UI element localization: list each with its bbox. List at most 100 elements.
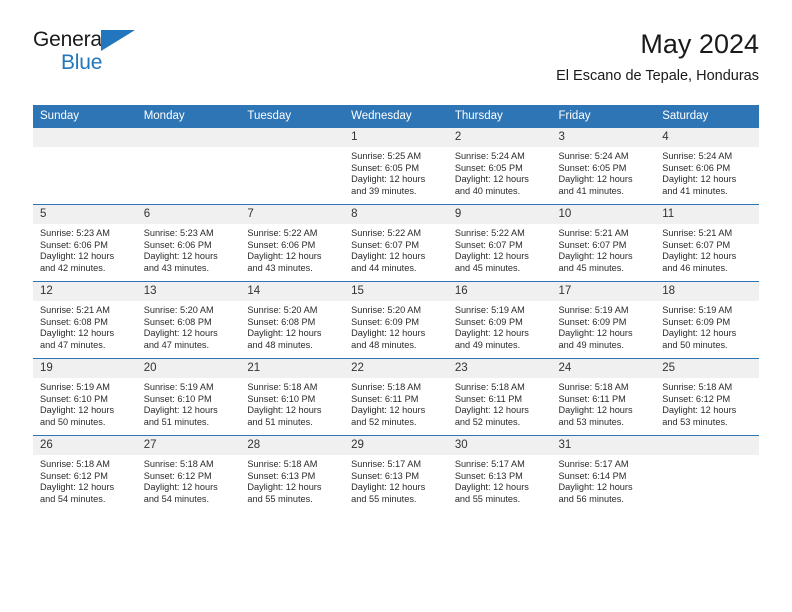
calendar-cell-day[interactable]: 26 Sunrise: 5:18 AM Sunset: 6:12 PM Dayligh…: [33, 435, 137, 512]
day-details: Sunrise: 5:20 AM Sunset: 6:08 PM Daylight:…: [137, 301, 241, 351]
sunrise-line: Sunrise: 5:18 AM: [247, 382, 318, 392]
calendar-cell-day[interactable]: 3 Sunrise: 5:24 AM Sunset: 6:05 PM Daylight…: [551, 127, 656, 205]
sunset-line: Sunset: 6:11 PM: [454, 393, 523, 404]
day-details: Sunrise: 5:18 AM Sunset: 6:10 PM Daylight:…: [240, 378, 344, 428]
calendar-cell-day[interactable]: 5 Sunrise: 5:23 AM Sunset: 6:06 PM Daylight…: [33, 204, 137, 282]
day-details: Sunrise: 5:22 AM Sunset: 6:07 PM Daylight:…: [448, 224, 552, 274]
day-details: Sunrise: 5:19 AM Sunset: 6:09 PM Daylight:…: [448, 301, 552, 351]
day-number: 13: [136, 282, 241, 301]
day-details: Sunrise: 5:17 AM Sunset: 6:13 PM Daylight:…: [448, 455, 552, 505]
sunrise-line: Sunrise: 5:18 AM: [454, 382, 525, 392]
day-details: Sunrise: 5:23 AM Sunset: 6:06 PM Daylight:…: [33, 224, 137, 274]
weekday-header-tuesday: Tuesday: [240, 105, 345, 128]
calendar-cell-day[interactable]: 24 Sunrise: 5:18 AM Sunset: 6:11 PM Dayligh…: [551, 358, 656, 436]
day-number: 8: [344, 205, 448, 224]
day-details: Sunrise: 5:18 AM Sunset: 6:12 PM Daylight:…: [655, 378, 759, 428]
day-details: Sunrise: 5:25 AM Sunset: 6:05 PM Daylight:…: [344, 147, 448, 197]
daylight-line-2: and 45 minutes.: [558, 262, 624, 273]
daylight-line-2: and 50 minutes.: [40, 416, 106, 427]
daylight-line-1: Daylight: 12 hours: [351, 174, 426, 185]
calendar-cell-day[interactable]: 20 Sunrise: 5:19 AM Sunset: 6:10 PM Dayligh…: [136, 358, 241, 436]
sunrise-line: Sunrise: 5:22 AM: [454, 228, 525, 238]
calendar-cell-day[interactable]: 30 Sunrise: 5:17 AM Sunset: 6:13 PM Dayligh…: [447, 435, 552, 512]
daylight-line-2: and 54 minutes.: [40, 493, 106, 504]
calendar-week-row: 5 Sunrise: 5:23 AM Sunset: 6:06 PM Daylight…: [33, 204, 759, 282]
sunset-line: Sunset: 6:13 PM: [454, 470, 523, 481]
day-number: 9: [447, 205, 552, 224]
calendar-cell-day[interactable]: 19 Sunrise: 5:19 AM Sunset: 6:10 PM Dayligh…: [33, 358, 137, 436]
daylight-line-2: and 49 minutes.: [454, 339, 521, 350]
sunrise-line: Sunrise: 5:22 AM: [247, 228, 318, 238]
calendar-cell-day[interactable]: 12 Sunrise: 5:21 AM Sunset: 6:08 PM Dayligh…: [33, 281, 137, 359]
day-number: [240, 128, 345, 147]
day-number: 22: [344, 359, 448, 378]
daylight-line-1: Daylight: 12 hours: [351, 328, 426, 339]
calendar-cell-day[interactable]: 2 Sunrise: 5:24 AM Sunset: 6:05 PM Daylight…: [447, 127, 552, 205]
logo-triangle-icon: [101, 30, 135, 51]
sunrise-line: Sunrise: 5:19 AM: [558, 305, 629, 315]
calendar-cell-day[interactable]: 7 Sunrise: 5:22 AM Sunset: 6:06 PM Daylight…: [240, 204, 345, 282]
calendar-cell-day[interactable]: 28 Sunrise: 5:18 AM Sunset: 6:13 PM Dayligh…: [240, 435, 345, 512]
day-details: Sunrise: 5:19 AM Sunset: 6:10 PM Daylight:…: [33, 378, 137, 428]
calendar-cell-day[interactable]: 14 Sunrise: 5:20 AM Sunset: 6:08 PM Dayligh…: [240, 281, 345, 359]
calendar-cell-day[interactable]: 23 Sunrise: 5:18 AM Sunset: 6:11 PM Dayligh…: [447, 358, 552, 436]
daylight-line-1: Daylight: 12 hours: [247, 482, 322, 493]
calendar-cell-day[interactable]: 31 Sunrise: 5:17 AM Sunset: 6:14 PM Dayligh…: [551, 435, 656, 512]
calendar-cell-day[interactable]: 4 Sunrise: 5:24 AM Sunset: 6:06 PM Daylight…: [655, 127, 759, 205]
calendar-cell-day[interactable]: 25 Sunrise: 5:18 AM Sunset: 6:12 PM Dayligh…: [655, 358, 759, 436]
day-number: [655, 436, 759, 455]
day-number: 15: [344, 282, 448, 301]
sunrise-line: Sunrise: 5:18 AM: [558, 382, 629, 392]
weekday-header-saturday: Saturday: [655, 105, 759, 128]
calendar-cell-day[interactable]: 9 Sunrise: 5:22 AM Sunset: 6:07 PM Daylight…: [447, 204, 552, 282]
day-number: 10: [551, 205, 656, 224]
calendar-cell-day[interactable]: 8 Sunrise: 5:22 AM Sunset: 6:07 PM Daylight…: [344, 204, 448, 282]
daylight-line-2: and 43 minutes.: [247, 262, 313, 273]
sunrise-line: Sunrise: 5:21 AM: [662, 228, 733, 238]
weekday-header-wednesday: Wednesday: [344, 105, 448, 128]
sunset-line: Sunset: 6:07 PM: [454, 239, 523, 250]
sunrise-line: Sunrise: 5:24 AM: [662, 151, 733, 161]
calendar-cell-day[interactable]: 15 Sunrise: 5:20 AM Sunset: 6:09 PM Dayligh…: [344, 281, 448, 359]
daylight-line-1: Daylight: 12 hours: [143, 405, 218, 416]
sunset-line: Sunset: 6:09 PM: [558, 316, 627, 327]
calendar-cell-day[interactable]: 1 Sunrise: 5:25 AM Sunset: 6:05 PM Daylight…: [344, 127, 448, 205]
sunrise-line: Sunrise: 5:23 AM: [40, 228, 110, 238]
calendar-cell-day[interactable]: 18 Sunrise: 5:19 AM Sunset: 6:09 PM Dayligh…: [655, 281, 759, 359]
daylight-line-2: and 55 minutes.: [351, 493, 417, 504]
day-details: Sunrise: 5:19 AM Sunset: 6:10 PM Daylight:…: [137, 378, 241, 428]
sunrise-line: Sunrise: 5:18 AM: [143, 459, 214, 469]
day-number: 30: [447, 436, 552, 455]
sunrise-line: Sunrise: 5:19 AM: [454, 305, 525, 315]
day-number: 2: [447, 128, 552, 147]
day-number: 23: [447, 359, 552, 378]
sunset-line: Sunset: 6:13 PM: [351, 470, 420, 481]
day-details: Sunrise: 5:18 AM Sunset: 6:11 PM Daylight:…: [344, 378, 448, 428]
calendar-cell-day[interactable]: 11 Sunrise: 5:21 AM Sunset: 6:07 PM Dayligh…: [655, 204, 759, 282]
daylight-line-2: and 39 minutes.: [351, 185, 417, 196]
sunrise-line: Sunrise: 5:18 AM: [40, 459, 110, 469]
sunrise-line: Sunrise: 5:19 AM: [662, 305, 733, 315]
day-number: 3: [551, 128, 656, 147]
calendar-cell-day[interactable]: 16 Sunrise: 5:19 AM Sunset: 6:09 PM Dayligh…: [447, 281, 552, 359]
day-details: Sunrise: 5:24 AM Sunset: 6:05 PM Daylight:…: [448, 147, 552, 197]
calendar-cell-day[interactable]: 13 Sunrise: 5:20 AM Sunset: 6:08 PM Dayligh…: [136, 281, 241, 359]
calendar-cell-day[interactable]: 22 Sunrise: 5:18 AM Sunset: 6:11 PM Dayligh…: [344, 358, 448, 436]
day-number: 14: [240, 282, 345, 301]
daylight-line-1: Daylight: 12 hours: [247, 251, 322, 262]
daylight-line-2: and 45 minutes.: [454, 262, 521, 273]
calendar-header-row: Sunday Monday Tuesday Wednesday Thursday…: [33, 105, 759, 128]
calendar-cell-day[interactable]: 29 Sunrise: 5:17 AM Sunset: 6:13 PM Dayligh…: [344, 435, 448, 512]
sunrise-line: Sunrise: 5:21 AM: [558, 228, 629, 238]
calendar-cell-day[interactable]: 17 Sunrise: 5:19 AM Sunset: 6:09 PM Dayligh…: [551, 281, 656, 359]
day-number: 25: [655, 359, 759, 378]
daylight-line-1: Daylight: 12 hours: [662, 328, 737, 339]
sunrise-line: Sunrise: 5:19 AM: [40, 382, 110, 392]
calendar-cell-day[interactable]: 6 Sunrise: 5:23 AM Sunset: 6:06 PM Daylight…: [136, 204, 241, 282]
calendar-cell-day[interactable]: 21 Sunrise: 5:18 AM Sunset: 6:10 PM Dayligh…: [240, 358, 345, 436]
calendar-cell-day[interactable]: 10 Sunrise: 5:21 AM Sunset: 6:07 PM Dayligh…: [551, 204, 656, 282]
day-details: Sunrise: 5:17 AM Sunset: 6:14 PM Daylight:…: [552, 455, 656, 505]
day-details: Sunrise: 5:22 AM Sunset: 6:07 PM Daylight:…: [344, 224, 448, 274]
calendar-body: 1 Sunrise: 5:25 AM Sunset: 6:05 PM Daylight…: [33, 127, 759, 512]
calendar-cell-day[interactable]: 27 Sunrise: 5:18 AM Sunset: 6:12 PM Dayligh…: [136, 435, 241, 512]
